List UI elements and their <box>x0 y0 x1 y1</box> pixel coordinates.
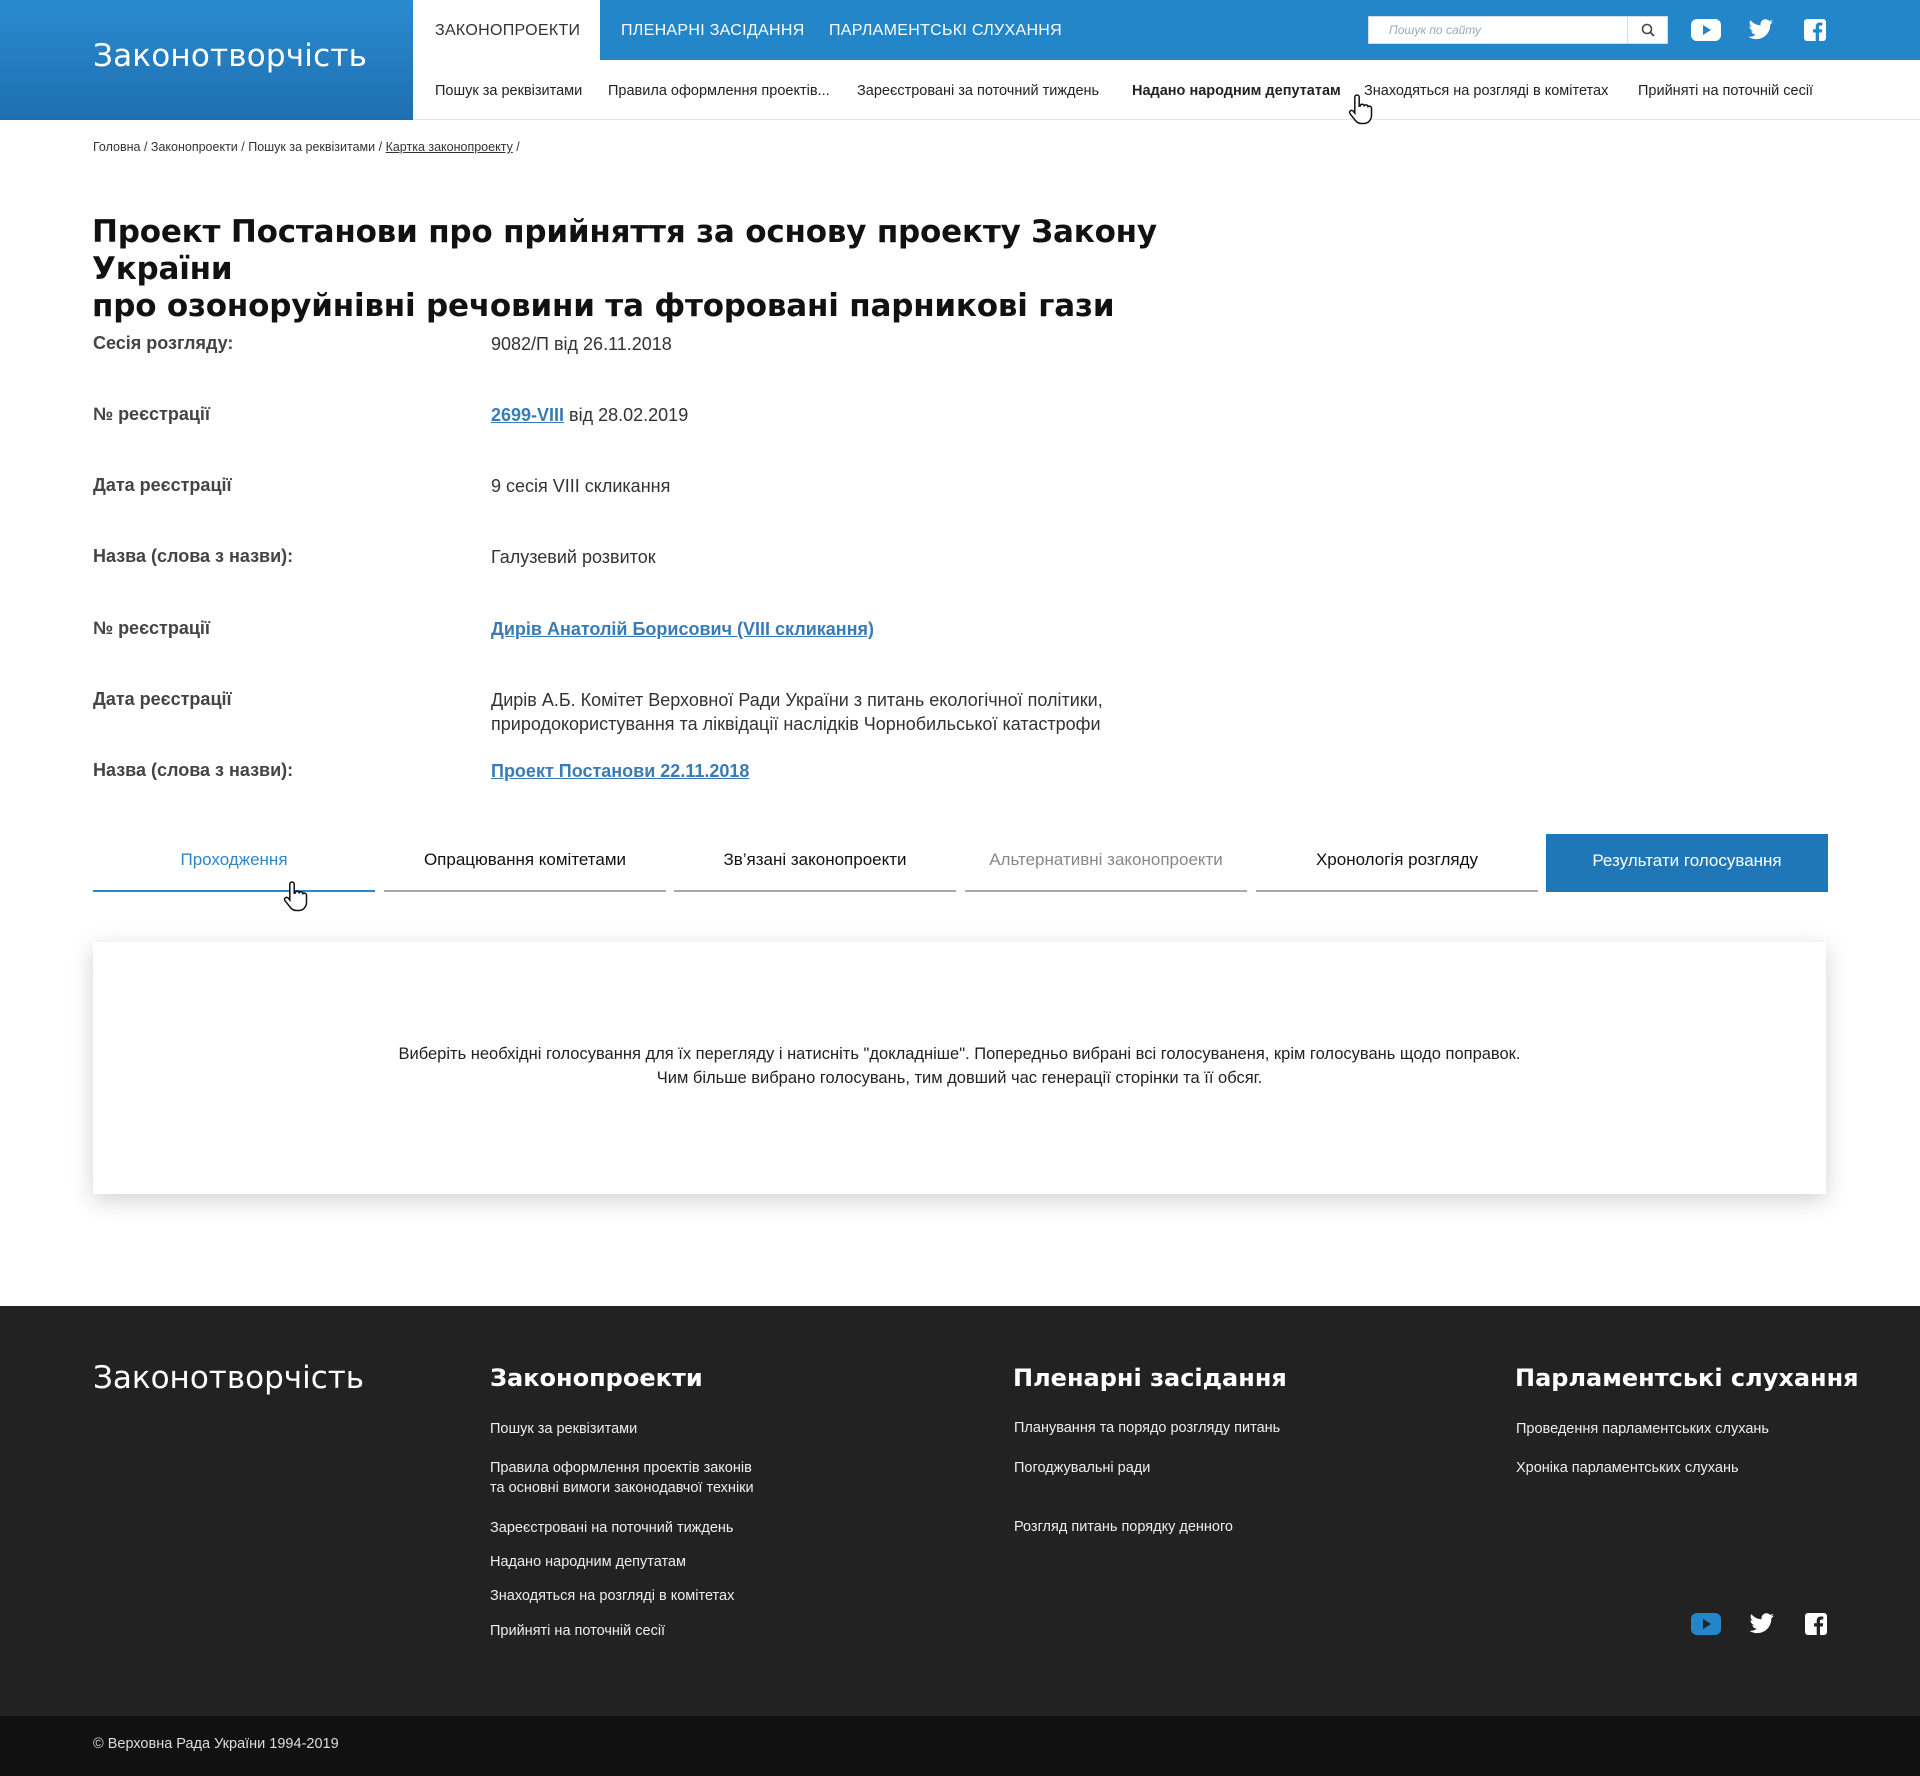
field-value-session: 9082/П від 26.11.2018 <box>491 334 672 354</box>
search-icon <box>1641 23 1655 37</box>
footer-link[interactable]: Планування та порядо розгляду питань <box>1014 1418 1280 1438</box>
footer-link[interactable]: Пошук за реквізитами <box>490 1419 637 1439</box>
subnav-in-committees[interactable]: Знаходяться на розгляді в комітетах <box>1364 60 1608 120</box>
footer-heading-plenary[interactable]: Пленарні засідання <box>1013 1364 1287 1392</box>
footer-link[interactable]: Правила оформлення проектів законів та о… <box>490 1458 754 1498</box>
voting-instructions: Виберіть необхідні голосування для їх пе… <box>93 1042 1826 1090</box>
tab-related-bills[interactable]: Зв’язані законопроекти <box>674 834 956 892</box>
subnav-drafting-rules[interactable]: Правила оформлення проектів... <box>608 60 830 120</box>
footer-brand[interactable]: Законотворчість <box>93 1360 364 1396</box>
field-value-registration-date: 9 сесія VIII скликання <box>491 476 671 496</box>
registration-date-text: від 28.02.2019 <box>564 405 689 425</box>
document-link[interactable]: Проект Постанови 22.11.2018 <box>491 761 749 781</box>
subnav-registered-this-week[interactable]: Зареєстровані за поточний тиждень <box>857 60 1099 120</box>
footer-heading-bills[interactable]: Законопроекти <box>490 1364 703 1392</box>
copyright: © Верховна Рада України 1994-2019 <box>93 1736 339 1752</box>
search-button[interactable] <box>1628 16 1668 44</box>
brand-panel: Законотворчість <box>0 0 413 120</box>
tab-zakonoproekty[interactable]: ЗАКОНОПРОЕКТИ <box>413 0 600 60</box>
footer: Законотворчість Законопроекти Пошук за р… <box>0 1306 1920 1716</box>
footer-link[interactable]: Прийняті на поточній сесії <box>490 1621 665 1641</box>
field-label-committee: Дата реєстрації <box>93 689 232 709</box>
breadcrumb-home[interactable]: Головна <box>93 140 141 154</box>
search-box <box>1368 16 1628 44</box>
footer-link-line: Правила оформлення проектів законів <box>490 1460 752 1476</box>
facebook-icon[interactable] <box>1803 18 1827 42</box>
field-value-initiator: Дирів Анатолій Борисович (VIII скликання… <box>491 617 874 641</box>
subnav-search-by-details[interactable]: Пошук за реквізитами <box>435 60 582 120</box>
site-title[interactable]: Законотворчість <box>93 38 367 74</box>
instruction-line: Виберіть необхідні голосування для їх пе… <box>398 1045 1521 1063</box>
search-input[interactable] <box>1369 17 1628 43</box>
tab-alternative-bills[interactable]: Альтернативні законопроекти <box>965 834 1247 892</box>
tab-voting-results[interactable]: Результати голосування <box>1546 834 1828 892</box>
subnav-adopted-this-session[interactable]: Прийняті на поточній сесії <box>1638 60 1813 120</box>
tab-committee-processing[interactable]: Опрацювання комітетами <box>384 834 666 892</box>
tab-parliamentary-hearings[interactable]: ПАРЛАМЕНТСЬКІ СЛУХАННЯ <box>829 0 1062 60</box>
tab-plenary-sessions[interactable]: ПЛЕНАРНІ ЗАСІДАННЯ <box>621 0 805 60</box>
initiator-link[interactable]: Дирів Анатолій Борисович (VIII скликання… <box>491 619 874 639</box>
tab-chronology[interactable]: Хронологія розгляду <box>1256 834 1538 892</box>
instruction-line: Чим більше вибрано голосувань, тим довши… <box>656 1069 1263 1087</box>
footer-link[interactable]: Зареєстровані на поточний тиждень <box>490 1518 733 1538</box>
breadcrumb-search[interactable]: Пошук за реквізитами <box>248 140 375 154</box>
page-title-line: Проект Постанови про прийняття за основу… <box>92 214 1157 287</box>
footer-bottom-bar: © Верховна Рада України 1994-2019 <box>0 1716 1920 1776</box>
field-label-session: Сесія розгляду: <box>93 333 234 353</box>
field-label-registration-date: Дата реєстрації <box>93 475 232 495</box>
footer-link[interactable]: Проведення парламентських слухань <box>1516 1419 1769 1439</box>
committee-line: природокористування та ліквідації наслід… <box>491 714 1101 734</box>
youtube-icon[interactable] <box>1691 1612 1721 1636</box>
top-navigation: ЗАКОНОПРОЕКТИ ПЛЕНАРНІ ЗАСІДАННЯ ПАРЛАМЕ… <box>413 0 1920 60</box>
field-value-committee: Дирів А.Б. Комітет Верховної Ради Україн… <box>491 688 1103 736</box>
field-label-initiator: № реєстрації <box>93 618 210 638</box>
footer-link[interactable]: Надано народним депутатам <box>490 1552 686 1572</box>
field-label-document: Назва (слова з назви): <box>93 760 294 780</box>
facebook-icon[interactable] <box>1804 1612 1828 1636</box>
footer-link[interactable]: Хроніка парламентських слухань <box>1516 1458 1739 1478</box>
field-label-title-words: Назва (слова з назви): <box>93 546 294 566</box>
youtube-icon[interactable] <box>1691 18 1721 42</box>
breadcrumb: Головна / Законопроекти / Пошук за рекві… <box>93 140 520 154</box>
footer-link-line: та основні вимоги законодавчої техніки <box>490 1480 754 1496</box>
field-value-title-words: Галузевий розвиток <box>491 547 656 567</box>
subnav-given-to-deputies[interactable]: Надано народним депутатам <box>1132 60 1341 120</box>
registration-number-link[interactable]: 2699-VIII <box>491 405 564 425</box>
twitter-icon[interactable] <box>1748 18 1774 42</box>
footer-link[interactable]: Знаходяться на розгляді в комітетах <box>490 1586 734 1606</box>
voting-info-panel: Виберіть необхідні голосування для їх пе… <box>93 942 1826 1194</box>
field-value-document: Проект Постанови 22.11.2018 <box>491 759 749 783</box>
breadcrumb-bill-card[interactable]: Картка законопроекту <box>386 140 513 154</box>
footer-link[interactable]: Розгляд питань порядку денного <box>1014 1517 1233 1537</box>
tab-passage[interactable]: Проходження <box>93 834 375 892</box>
footer-link[interactable]: Погоджувальні ради <box>1014 1458 1150 1478</box>
breadcrumb-bills[interactable]: Законопроекти <box>151 140 238 154</box>
page-title-line: про озоноруйнівні речовини та фторовані … <box>92 288 1115 324</box>
twitter-icon[interactable] <box>1749 1612 1775 1636</box>
sub-navigation: Пошук за реквізитами Правила оформлення … <box>413 60 1920 120</box>
page-title: Проект Постанови про прийняття за основу… <box>92 214 1292 325</box>
field-label-registration-number: № реєстрації <box>93 404 210 424</box>
footer-heading-hearings[interactable]: Парламентські слухання <box>1515 1364 1859 1392</box>
committee-line: Дирів А.Б. Комітет Верховної Ради Україн… <box>491 690 1103 710</box>
field-value-registration-number: 2699-VIII від 28.02.2019 <box>491 403 688 427</box>
